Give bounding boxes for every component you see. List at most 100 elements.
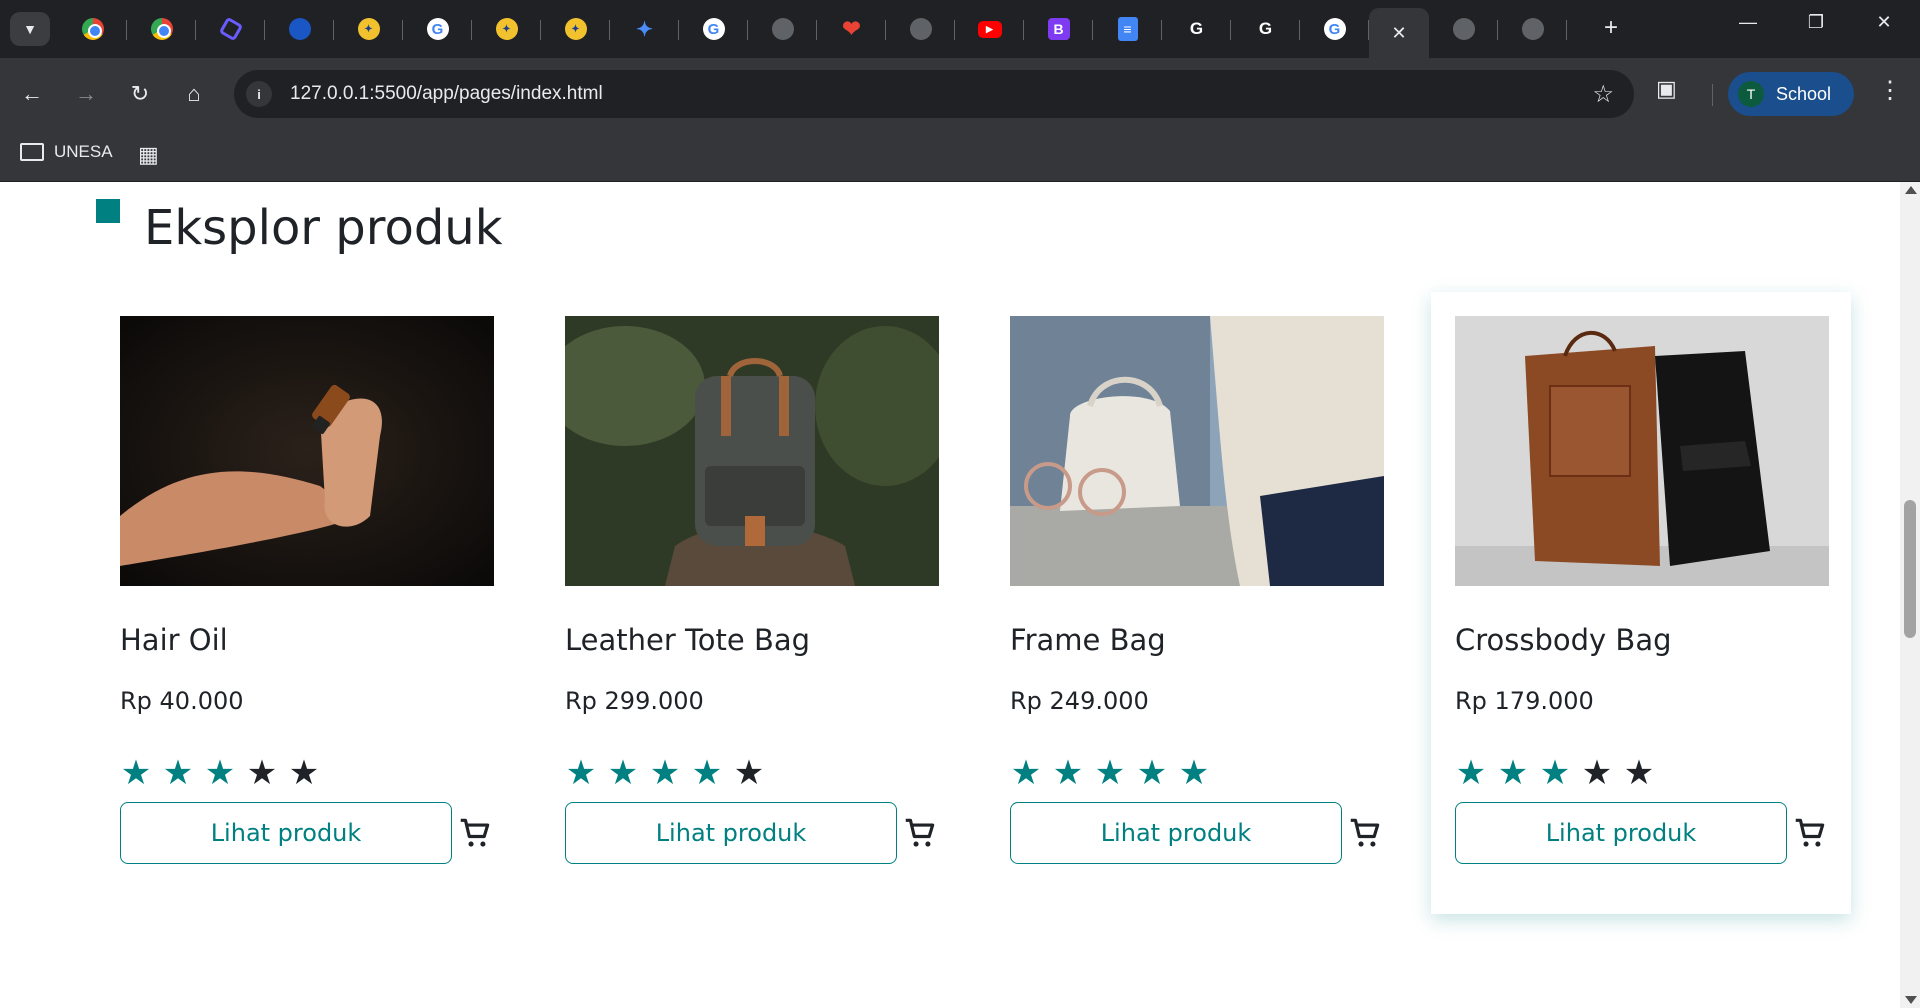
forward-button[interactable]: → bbox=[68, 76, 104, 112]
view-product-button[interactable]: Lihat produk bbox=[120, 802, 452, 864]
star-icon: ★ bbox=[565, 754, 597, 792]
star-icon: ★ bbox=[1010, 754, 1042, 792]
chrome-icon bbox=[81, 18, 104, 40]
star-icon: ★ bbox=[1539, 754, 1571, 792]
google-icon: G bbox=[1323, 18, 1346, 40]
star-icon: ★ bbox=[1455, 754, 1487, 792]
tab[interactable]: ❤ bbox=[817, 8, 886, 50]
product-price: Rp 249.000 bbox=[1010, 687, 1149, 715]
restore-button[interactable]: ❐ bbox=[1796, 12, 1836, 33]
tab[interactable]: B bbox=[1024, 8, 1093, 50]
hair-oil-photo bbox=[120, 316, 494, 586]
add-to-cart-button[interactable] bbox=[456, 814, 494, 852]
product-name[interactable]: Crossbody Bag bbox=[1455, 623, 1672, 657]
google-icon: G bbox=[426, 18, 449, 40]
youtube-icon: ▶ bbox=[977, 20, 1002, 38]
product-name[interactable]: Frame Bag bbox=[1010, 623, 1166, 657]
scroll-up-arrow-icon[interactable] bbox=[1905, 186, 1917, 194]
blue-app-icon bbox=[288, 18, 311, 40]
arrow-right-icon: → bbox=[75, 81, 97, 106]
scrollbar-thumb[interactable] bbox=[1904, 500, 1916, 638]
view-product-button[interactable]: Lihat produk bbox=[1010, 802, 1342, 864]
unesa-icon: ✦ bbox=[357, 18, 380, 40]
tab[interactable] bbox=[1498, 8, 1567, 50]
docs-icon: ≡ bbox=[1117, 17, 1138, 41]
tab[interactable]: ✦ bbox=[472, 8, 541, 50]
product-name[interactable]: Leather Tote Bag bbox=[565, 623, 810, 657]
apps-grid-icon[interactable]: ▦ bbox=[138, 142, 159, 168]
back-button[interactable]: ← bbox=[14, 76, 50, 112]
tab[interactable]: G bbox=[1300, 8, 1369, 50]
tab-search-button[interactable]: ▼ bbox=[10, 12, 50, 46]
star-icon: ★ bbox=[1094, 754, 1126, 792]
reload-icon: ↻ bbox=[130, 81, 150, 106]
extensions-icon[interactable]: ▣ bbox=[1656, 76, 1677, 102]
home-button[interactable]: ⌂ bbox=[176, 76, 212, 112]
rating-stars: ★ ★ ★ ★ ★ bbox=[565, 755, 765, 791]
bookmark-folder-label: UNESA bbox=[54, 142, 113, 161]
address-bar[interactable]: i 127.0.0.1:5500/app/pages/index.html ☆ bbox=[234, 70, 1634, 118]
product-image[interactable] bbox=[1455, 316, 1829, 586]
tab-list: ✦ G ✦ ✦ ✦ G ❤ ▶ B ≡ G G G ✕ bbox=[58, 8, 1567, 58]
more-menu-icon[interactable]: ⋮ bbox=[1878, 76, 1902, 105]
product-image[interactable] bbox=[1010, 316, 1384, 586]
tab[interactable] bbox=[265, 8, 334, 50]
chrome-icon bbox=[150, 18, 173, 40]
minimize-button[interactable]: — bbox=[1728, 12, 1768, 33]
tab[interactable] bbox=[886, 8, 955, 50]
view-product-button[interactable]: Lihat produk bbox=[565, 802, 897, 864]
close-window-button[interactable]: ✕ bbox=[1864, 12, 1904, 33]
tab[interactable] bbox=[196, 8, 265, 50]
tab[interactable] bbox=[58, 8, 127, 50]
bookmark-folder-unesa[interactable]: UNESA bbox=[20, 142, 113, 162]
view-product-button[interactable]: Lihat produk bbox=[1455, 802, 1787, 864]
add-to-cart-button[interactable] bbox=[1791, 814, 1829, 852]
unesa-icon: ✦ bbox=[495, 18, 518, 40]
site-info-icon[interactable]: i bbox=[246, 81, 272, 107]
tab[interactable]: G bbox=[679, 8, 748, 50]
google-dark-icon: G bbox=[1189, 19, 1204, 38]
tab[interactable] bbox=[127, 8, 196, 50]
product-price: Rp 40.000 bbox=[120, 687, 244, 715]
tab[interactable]: ✦ bbox=[334, 8, 403, 50]
product-card: Frame Bag Rp 249.000 ★ ★ ★ ★ ★ Lihat produk bbox=[986, 292, 1406, 914]
tab-active[interactable]: ✕ bbox=[1369, 8, 1429, 58]
url-text[interactable]: 127.0.0.1:5500/app/pages/index.html bbox=[290, 83, 603, 105]
toolbar-divider bbox=[1712, 84, 1713, 106]
plus-icon: + bbox=[1604, 14, 1619, 41]
bookmarks-bar: UNESA ▦ bbox=[0, 130, 1920, 182]
home-icon: ⌂ bbox=[187, 81, 201, 106]
product-price: Rp 299.000 bbox=[565, 687, 704, 715]
tab[interactable]: G bbox=[403, 8, 472, 50]
browser-toolbar: ← → ↻ ⌂ i 127.0.0.1:5500/app/pages/index… bbox=[0, 58, 1920, 130]
add-to-cart-button[interactable] bbox=[1346, 814, 1384, 852]
cart-icon bbox=[460, 818, 490, 847]
backpack-photo bbox=[565, 316, 939, 586]
gemini-icon: ✦ bbox=[636, 18, 653, 41]
tab[interactable]: ✦ bbox=[610, 8, 679, 50]
section-title: Eksplor produk bbox=[144, 200, 503, 256]
tab[interactable]: ▶ bbox=[955, 8, 1024, 50]
product-name[interactable]: Hair Oil bbox=[120, 623, 228, 657]
close-icon[interactable]: ✕ bbox=[1391, 23, 1406, 44]
chevron-down-icon: ▼ bbox=[23, 21, 37, 37]
bookmark-star-icon[interactable]: ☆ bbox=[1592, 80, 1614, 109]
add-to-cart-button[interactable] bbox=[901, 814, 939, 852]
tab[interactable] bbox=[748, 8, 817, 50]
tab[interactable] bbox=[1429, 8, 1498, 50]
new-tab-button[interactable]: + bbox=[1604, 14, 1618, 42]
product-image[interactable] bbox=[120, 316, 494, 586]
tab[interactable]: ✦ bbox=[541, 8, 610, 50]
scroll-down-arrow-icon[interactable] bbox=[1905, 996, 1917, 1004]
star-icon: ★ bbox=[246, 754, 278, 792]
tab[interactable]: G bbox=[1231, 8, 1300, 50]
section-accent-square bbox=[96, 199, 120, 223]
tab[interactable]: G bbox=[1162, 8, 1231, 50]
tab[interactable]: ≡ bbox=[1093, 8, 1162, 50]
star-icon: ★ bbox=[1052, 754, 1084, 792]
profile-button[interactable]: T School bbox=[1728, 72, 1854, 116]
product-image[interactable] bbox=[565, 316, 939, 586]
reload-button[interactable]: ↻ bbox=[122, 76, 158, 112]
vertical-scrollbar[interactable] bbox=[1900, 182, 1920, 1008]
avatar: T bbox=[1738, 81, 1764, 107]
